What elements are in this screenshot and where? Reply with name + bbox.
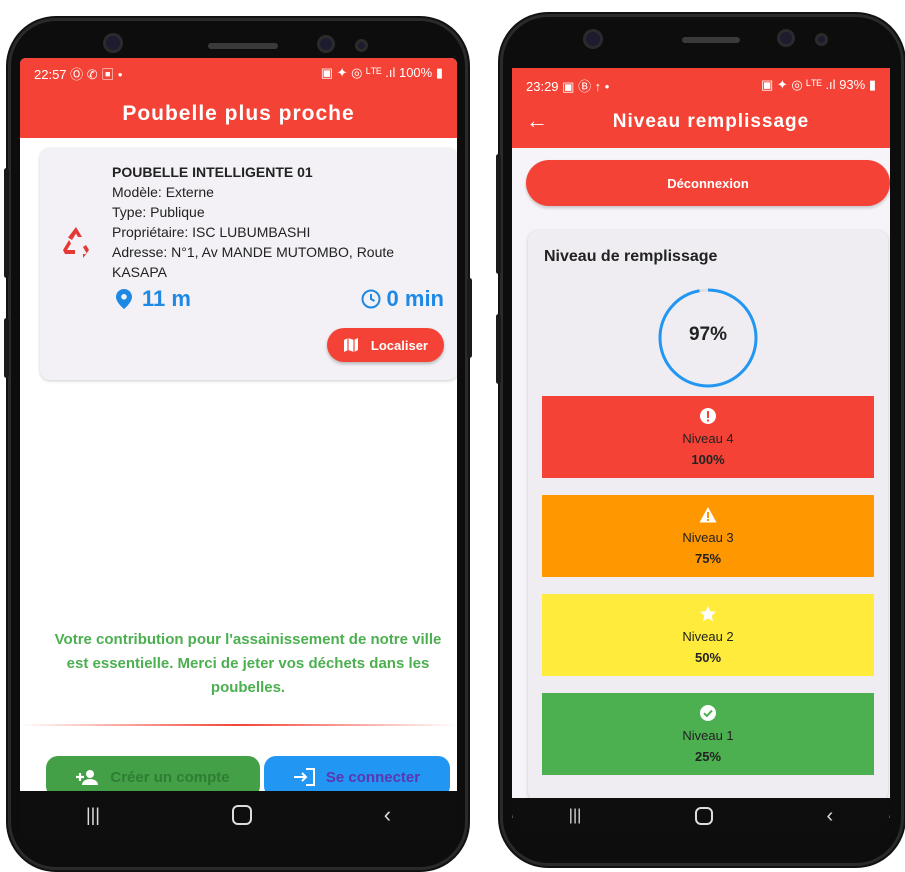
level-1: Niveau 1 25% [542,693,874,775]
logout-label: Déconnexion [667,175,749,191]
localiser-label: Localiser [370,337,428,353]
level-1-percent: 25% [694,749,722,764]
status-left: 23:29 ▣ Ⓑ ↑ • [526,76,609,95]
level-4-label: Niveau 4 [682,431,734,446]
volume-button [4,168,9,278]
duration-info: 0 min [361,286,444,312]
login-button[interactable]: Se connecter [264,756,450,791]
status-right: ▣ ✦ ◎ ᴸᵀᴱ .ıl 93% ▮ [761,77,876,93]
recent-apps-icon[interactable]: ||| [569,807,581,825]
location-pin-icon [116,289,132,309]
star-icon [700,606,716,622]
contribution-message: Votre contribution pour l'assainissement… [54,631,442,696]
login-icon [293,768,315,786]
status-bar: 23:29 ▣ Ⓑ ↑ • ▣ ✦ ◎ ᴸᵀᴱ .ıl 93% ▮ [512,70,890,100]
system-nav-bar: ||| ‹ [20,792,457,838]
create-account-label: Créer un compte [110,768,230,786]
level-2: Niveau 2 50% [542,594,874,676]
fill-percent: 97% [688,324,728,345]
notification-icons: ▣ Ⓑ ↑ • [562,78,610,94]
page-title: Niveau remplissage [612,111,810,132]
volume-button [496,154,501,274]
create-account-button[interactable]: Créer un compte [46,756,260,791]
section-title: Niveau de remplissage [544,248,718,265]
right-screen: 23:29 ▣ Ⓑ ↑ • ▣ ✦ ◎ ᴸᵀᴱ .ıl 93% ▮ ← Nive… [512,68,890,818]
fill-gauge: 97% [656,286,760,390]
battery-icon: ▮ [868,77,876,92]
power-button [467,278,472,358]
level-3: Niveau 3 75% [542,495,874,577]
home-icon[interactable] [231,805,252,825]
system-nav-bar: ||| ‹ [512,798,890,834]
signal-icons: ▣ ✦ ◎ ᴸᵀᴱ .ıl [320,65,396,80]
level-4: Niveau 4 100% [542,396,874,478]
distance-value: 11 m [142,286,191,311]
recycle-icon [58,224,94,260]
check-circle-icon [700,705,716,721]
add-user-icon [76,770,99,785]
warning-icon [699,507,717,523]
level-4-percent: 100% [691,452,725,467]
earpiece-speaker [208,43,278,49]
left-phone: 22:57 Ⓞ ✆ ▣ • ▣ ✦ ◎ ᴸᵀᴱ .ıl 100% ▮ Poube… [4,18,472,870]
map-icon [343,338,358,352]
logout-button[interactable]: Déconnexion [526,160,890,206]
status-time: 23:29 [526,78,559,94]
login-label: Se connecter [325,768,421,786]
status-left: 22:57 Ⓞ ✆ ▣ • [34,64,122,83]
iris-scanner-icon [106,36,120,50]
bin-owner: Propriétaire: ISC LUBUMBASHI [112,224,311,240]
bixby-button [496,314,501,384]
fill-level-card: Niveau de remplissage 97% Niveau 4 100% … [528,230,888,802]
battery-icon: ▮ [435,65,443,80]
bin-card[interactable]: POUBELLE INTELLIGENTE 01 Modèle: Externe… [40,148,457,380]
distance-info: 11 m [116,286,191,312]
duration-value: 0 min [386,286,444,311]
battery-level: 100% [398,65,433,80]
back-icon[interactable]: ‹ [826,805,833,828]
status-time: 22:57 [34,66,67,82]
bin-type: Type: Publique [112,204,205,220]
bin-model: Modèle: Externe [112,184,214,200]
bixby-button [4,318,9,378]
status-bar: 22:57 Ⓞ ✆ ▣ • ▣ ✦ ◎ ᴸᵀᴱ .ıl 100% ▮ [20,58,457,88]
front-camera-icon [320,38,332,50]
level-2-label: Niveau 2 [682,629,734,644]
back-icon[interactable]: ‹ [384,802,391,828]
level-3-label: Niveau 3 [682,530,734,545]
level-3-percent: 75% [694,551,722,566]
recent-apps-icon[interactable]: ||| [86,805,100,826]
localiser-button[interactable]: Localiser [326,328,444,362]
sensor-icon [358,42,365,49]
front-camera-icon [780,32,792,44]
bin-address: Adresse: N°1, Av MANDE MUTOMBO, Route KA… [112,244,395,280]
signal-icons: ▣ ✦ ◎ ᴸᵀᴱ .ıl [760,77,836,92]
sensor-icon [818,36,825,43]
level-2-percent: 50% [694,650,722,665]
left-screen: 22:57 Ⓞ ✆ ▣ • ▣ ✦ ◎ ᴸᵀᴱ .ıl 100% ▮ Poube… [20,58,457,791]
iris-scanner-icon [586,32,600,46]
home-icon[interactable] [694,807,713,825]
page-title: Poubelle plus proche [122,102,355,125]
level-1-label: Niveau 1 [682,728,734,743]
bin-name: POUBELLE INTELLIGENTE 01 [112,164,313,180]
alert-circle-icon [700,408,716,424]
clock-icon [361,289,381,309]
earpiece-speaker [682,37,740,43]
status-right: ▣ ✦ ◎ ᴸᵀᴱ .ıl 100% ▮ [321,65,443,81]
right-phone: 23:29 ▣ Ⓑ ↑ • ▣ ✦ ◎ ᴸᵀᴱ .ıl 93% ▮ ← Nive… [496,14,904,866]
notification-icons: Ⓞ ✆ ▣ • [70,66,123,82]
divider [20,724,457,726]
battery-level: 93% [839,77,866,92]
